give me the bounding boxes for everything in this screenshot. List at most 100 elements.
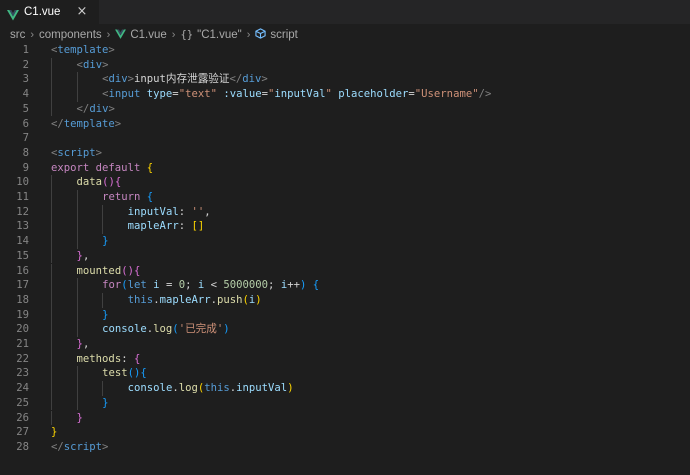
code-token: >	[102, 440, 109, 453]
code-line: 5 </div>	[0, 102, 690, 117]
indent-guide	[76, 395, 78, 411]
code-line: 12 inputVal: '',	[0, 205, 690, 220]
code-token: =	[159, 279, 179, 292]
vue-logo-icon	[7, 6, 19, 21]
braces-icon: {}	[180, 29, 194, 41]
indent-guide	[51, 395, 52, 411]
line-number: 24	[16, 382, 29, 395]
line-number: 23	[16, 367, 29, 380]
code-line: 28 </script>	[0, 440, 690, 455]
breadcrumb-item-module[interactable]: "C1.vue"	[197, 29, 242, 41]
tab-c1-vue[interactable]: C1.vue ×	[0, 0, 99, 24]
code-line: 9 export default {	[0, 161, 690, 176]
line-number: 26	[16, 411, 29, 424]
code-token: inputVal	[127, 205, 179, 218]
code-token: ,	[82, 249, 90, 262]
code-line: 26}	[0, 411, 690, 426]
code-text: <template>	[51, 43, 115, 58]
code-token: ,	[82, 338, 90, 350]
close-icon[interactable]: ×	[74, 4, 90, 20]
code-token: log	[153, 323, 173, 336]
code-editor[interactable]: 1 <template> 2 <div> 3 <div>input内存泄露验证</div>…	[0, 43, 690, 475]
code-token: inputVal	[274, 88, 326, 101]
line-number: 21	[16, 338, 29, 350]
breadcrumb-item-src[interactable]: src	[10, 29, 25, 41]
code-text: mapleArr: []	[128, 219, 205, 234]
code-text: methods: {	[77, 352, 141, 367]
code-text: <input type="text" :value="inputVal" pla…	[102, 87, 491, 102]
indent-guide	[51, 234, 52, 249]
indent-guide	[51, 248, 52, 264]
code-token: {	[140, 367, 147, 380]
code-token: </	[76, 102, 90, 115]
code-text: test(){	[102, 366, 147, 381]
line-number: 1	[22, 44, 29, 56]
code-line: 21},	[0, 337, 690, 352]
code-text: for(let i = 0; i < 5000000; i++) {	[102, 278, 319, 293]
code-token: :	[178, 205, 192, 218]
code-line: 1 <template>	[0, 43, 690, 58]
code-token: </	[51, 440, 64, 453]
code-token: {	[146, 191, 154, 203]
code-token: ()	[121, 264, 134, 277]
indent-guide	[51, 219, 52, 235]
indent-guide	[51, 351, 52, 367]
line-number: 25	[16, 396, 29, 409]
code-line: 25}	[0, 396, 690, 411]
code-line: 2 <div>	[0, 58, 690, 73]
code-token: }	[76, 411, 83, 424]
indent-guide	[76, 278, 78, 293]
code-token: >	[95, 146, 103, 159]
code-token: }	[102, 396, 109, 409]
line-number: 17	[16, 279, 29, 292]
code-token: let	[127, 279, 147, 292]
line-number: 9	[22, 161, 29, 174]
indent-guide	[76, 204, 78, 220]
code-token: "Username"	[414, 88, 479, 101]
code-token: }	[102, 235, 109, 248]
code-line: 24 console.log(this.inputVal)	[0, 381, 690, 396]
code-token: )	[223, 323, 230, 336]
line-number: 18	[16, 293, 29, 306]
code-token: 5000000	[223, 279, 269, 292]
code-text: data(){	[77, 175, 122, 190]
code-token: "text"	[178, 88, 217, 101]
code-token: )	[287, 382, 294, 395]
code-token: ;	[268, 279, 281, 292]
indent-guide	[51, 278, 52, 293]
code-text: }	[102, 308, 108, 323]
code-token: div	[108, 73, 128, 86]
code-text: export default {	[51, 161, 153, 176]
line-number: 8	[22, 146, 29, 159]
indent-guide	[51, 72, 52, 88]
indent-guide	[76, 190, 78, 205]
breadcrumb-item-components[interactable]: components	[39, 29, 102, 41]
code-token: >	[102, 58, 109, 71]
line-number: 5	[22, 102, 29, 115]
code-token: []	[191, 220, 205, 233]
indent-guide	[51, 307, 52, 323]
code-token: div	[89, 102, 109, 115]
breadcrumb-item-script[interactable]: script	[270, 29, 297, 41]
indent-guide	[102, 381, 104, 396]
code-token: test	[102, 367, 128, 380]
line-number: 22	[16, 352, 29, 365]
code-token: return	[102, 191, 141, 203]
indent-guide	[51, 410, 52, 426]
code-token: {	[133, 264, 141, 277]
breadcrumb-item-file[interactable]: C1.vue	[130, 29, 166, 41]
code-token: }	[51, 426, 58, 439]
line-number: 7	[22, 132, 29, 145]
code-token: ;	[185, 279, 198, 292]
indent-guide	[51, 87, 52, 102]
code-token: >	[261, 73, 268, 86]
indent-guide	[76, 72, 78, 88]
chevron-right-icon: ›	[171, 29, 176, 41]
code-line: 14}	[0, 234, 690, 249]
indent-guide	[51, 292, 52, 308]
code-token: mapleArr	[127, 220, 179, 233]
code-token: <	[204, 279, 224, 292]
indent-guide	[102, 204, 104, 220]
code-line: 18 this.mapleArr.push(i)	[0, 293, 690, 308]
code-token: this	[204, 382, 230, 395]
